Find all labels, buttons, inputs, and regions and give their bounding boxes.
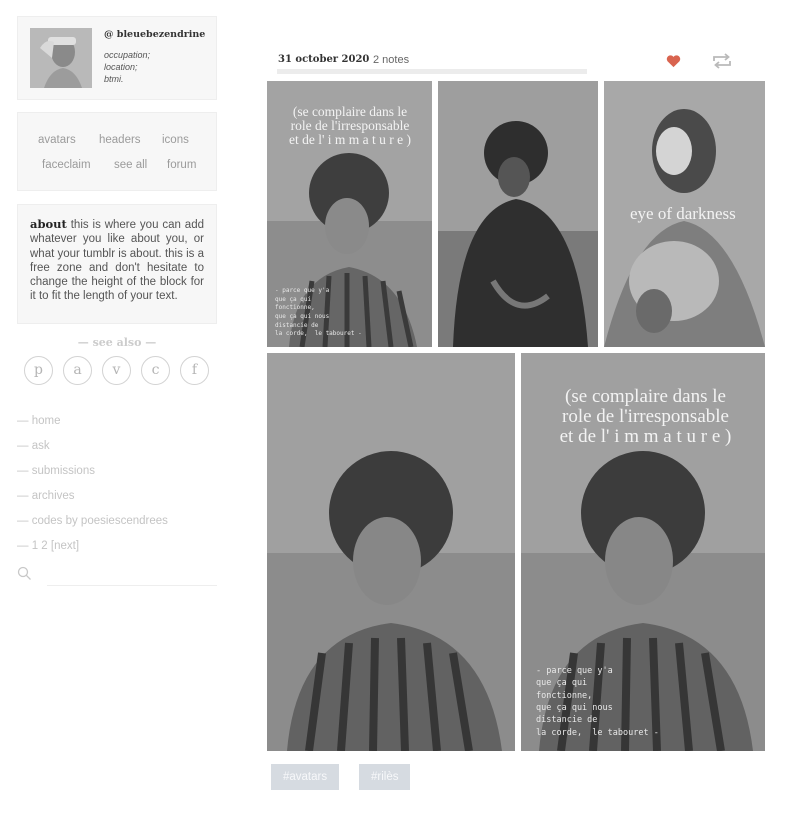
- see-also-link-f[interactable]: f: [180, 356, 209, 385]
- pagination[interactable]: — 1 2 [next]: [17, 540, 79, 552]
- post-tag-riles[interactable]: #rilès: [359, 764, 411, 790]
- photo-small-note-large: - parce que y'a que ça qui fonctionne, q…: [536, 666, 659, 738]
- photo-small-note: - parce que y'a que ça qui fonctionne, q…: [275, 287, 362, 338]
- search-icon[interactable]: [17, 566, 32, 581]
- photo-quote: (se complaire dans le role de l'irrespon…: [288, 104, 412, 148]
- quick-links-box: avatars headers icons faceclaim see all …: [17, 112, 217, 191]
- search-bar: [17, 566, 217, 586]
- link-see-all[interactable]: see all: [111, 159, 150, 173]
- post-date[interactable]: 31 october 2020: [278, 54, 369, 65]
- nav-archives[interactable]: — archives: [17, 490, 75, 502]
- nav-ask[interactable]: — ask: [17, 440, 50, 452]
- heart-icon[interactable]: [666, 54, 681, 68]
- search-input[interactable]: [47, 566, 217, 586]
- see-also-link-p[interactable]: p: [24, 356, 53, 385]
- username[interactable]: @ bleuebezendrine: [104, 29, 205, 40]
- link-icons[interactable]: icons: [160, 134, 191, 148]
- post-photo-3[interactable]: eye of darkness: [604, 81, 765, 347]
- post-photo-5[interactable]: (se complaire dans le role de l'irrespon…: [521, 353, 765, 751]
- link-headers[interactable]: headers: [97, 134, 143, 148]
- see-also-link-c[interactable]: c: [141, 356, 170, 385]
- eye-of-darkness-text: eye of darkness: [630, 204, 736, 223]
- about-box: about this is where you can add whatever…: [17, 204, 217, 324]
- post-photo-1[interactable]: (se complaire dans le role de l'irrespon…: [267, 81, 432, 347]
- meta-occupation: occupation;: [104, 50, 151, 60]
- see-also-label: — see also —: [77, 336, 157, 349]
- see-also-link-a[interactable]: a: [63, 356, 92, 385]
- meta-btmi: btmi.: [104, 74, 124, 84]
- post-notes[interactable]: 2 notes: [373, 54, 409, 66]
- post-tag-avatars[interactable]: #avatars: [271, 764, 340, 790]
- post-photo-2[interactable]: [438, 81, 598, 347]
- profile-card: @ bleuebezendrine occupation; location; …: [17, 16, 217, 100]
- nav-home[interactable]: — home: [17, 415, 60, 427]
- photo-quote-large: (se complaire dans le role de l'irrespon…: [559, 386, 732, 447]
- nav-submissions[interactable]: — submissions: [17, 465, 95, 477]
- reblog-icon[interactable]: [711, 52, 733, 70]
- profile-meta: occupation; location; btmi.: [104, 49, 150, 85]
- link-faceclaim[interactable]: faceclaim: [40, 159, 93, 173]
- post-photo-4[interactable]: [267, 353, 515, 751]
- meta-location: location;: [104, 62, 138, 72]
- about-heading: about: [30, 217, 67, 231]
- link-avatars[interactable]: avatars: [36, 134, 78, 148]
- nav-credits[interactable]: — codes by poesiescendrees: [17, 515, 168, 527]
- post-header-divider: [277, 69, 587, 74]
- see-also-link-v[interactable]: v: [102, 356, 131, 385]
- about-text: this is where you can add whatever you l…: [30, 219, 204, 303]
- avatar[interactable]: [30, 28, 92, 88]
- link-forum[interactable]: forum: [164, 159, 199, 173]
